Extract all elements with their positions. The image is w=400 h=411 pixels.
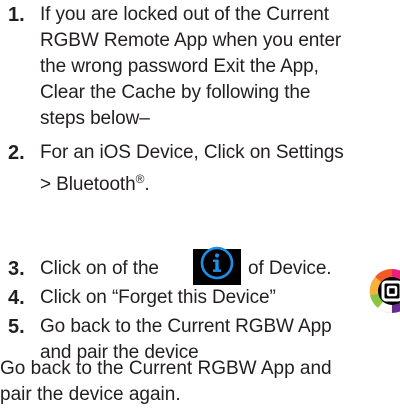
step-text: If you are locked out of the Current RGB… — [40, 4, 342, 129]
step-text-end: . — [144, 174, 150, 195]
step-number: 1. — [8, 4, 25, 26]
step-number: 4. — [8, 287, 25, 309]
closing-paragraph: Go back to the Current RGBW App and pair… — [0, 358, 332, 405]
step-number: 3. — [8, 258, 25, 280]
step-number: 5. — [8, 316, 25, 338]
info-circle-icon — [193, 246, 241, 285]
step-text-main: For an iOS Device, Click on Settings > B… — [40, 142, 344, 195]
step-text: For an iOS Device, Click on Settings > B… — [40, 140, 400, 198]
rgbw-app-icon — [364, 265, 400, 317]
registered-mark: ® — [135, 172, 145, 186]
step-number: 2. — [8, 142, 25, 164]
step-text: Click on “Forget this Device” — [40, 287, 276, 308]
step-text-post: of Device. — [248, 258, 332, 279]
